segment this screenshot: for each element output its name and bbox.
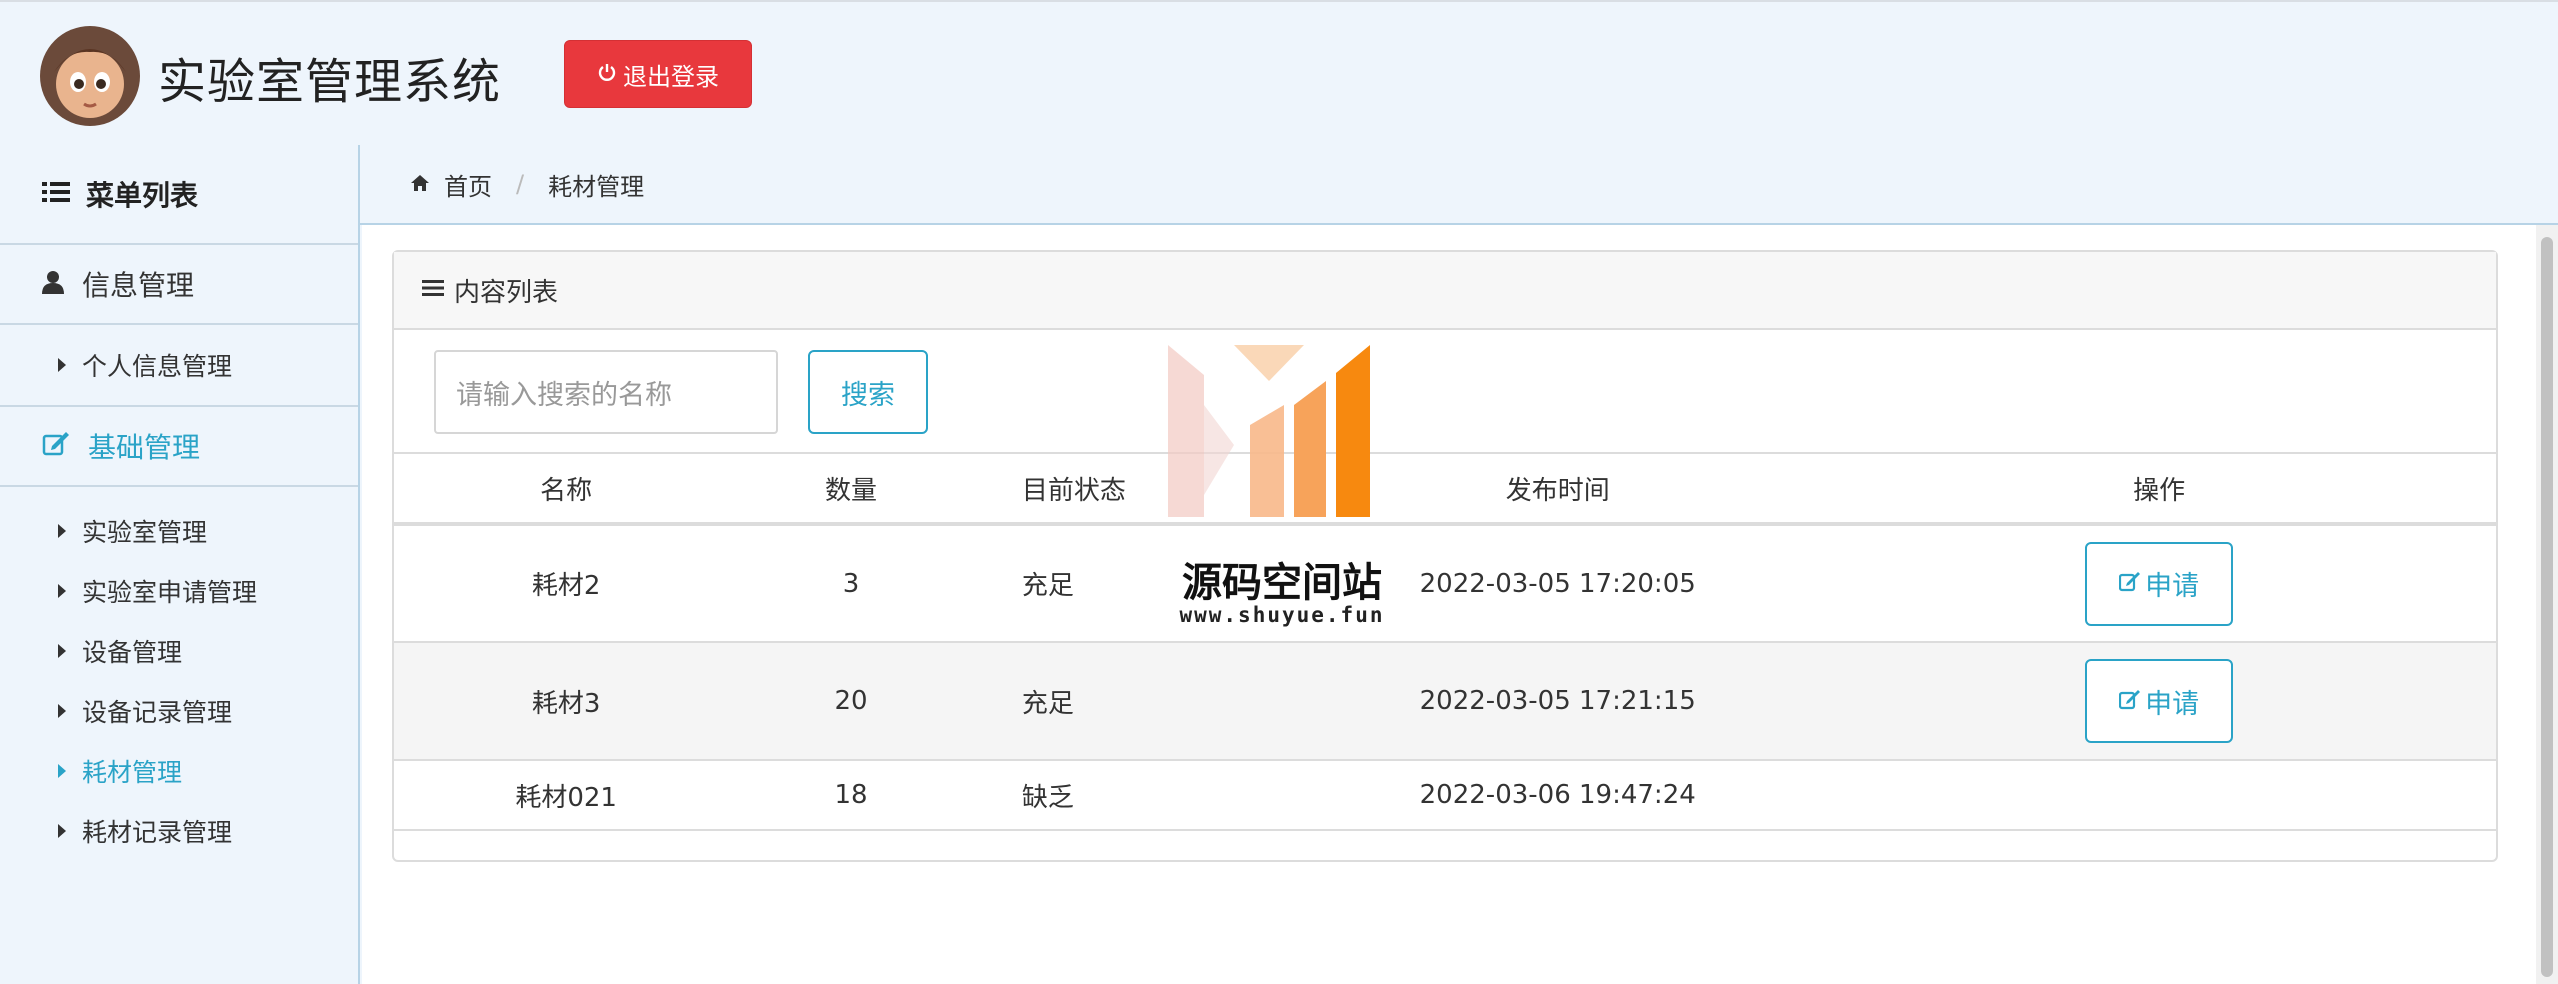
cell-quantity: 20 bbox=[738, 642, 964, 761]
sidebar-item-lab-application[interactable]: 实验室申请管理 bbox=[0, 561, 358, 621]
caret-right-icon bbox=[58, 644, 66, 658]
sidebar-item-label: 设备管理 bbox=[82, 638, 183, 667]
watermark-text: 源码空间站 bbox=[1182, 560, 1382, 606]
table-header-row: 名称 数量 目前状态 发布时间 操作 bbox=[394, 454, 2496, 526]
logout-label: 退出登录 bbox=[623, 62, 719, 91]
avatar[interactable] bbox=[40, 26, 140, 126]
caret-right-icon bbox=[58, 358, 66, 372]
scrollbar-thumb[interactable] bbox=[2541, 237, 2553, 977]
search-input[interactable]: 请输入搜索的名称 bbox=[434, 350, 778, 434]
apply-label: 申请 bbox=[2145, 688, 2200, 720]
app-title: 实验室管理系统 bbox=[158, 54, 502, 110]
table-row: 耗材2 3 充足 2022-03-05 17:20:05 申请 bbox=[394, 524, 2496, 643]
panel-title: 内容列表 bbox=[454, 277, 559, 308]
sidebar-item-label: 个人信息管理 bbox=[82, 352, 233, 381]
table-row: 耗材021 18 缺乏 2022-03-06 19:47:24 bbox=[394, 760, 2496, 831]
consumables-table: 名称 数量 目前状态 发布时间 操作 耗材2 3 充足 2022-03-05 1… bbox=[394, 454, 2496, 831]
logout-button[interactable]: 退出登录 bbox=[564, 40, 752, 108]
breadcrumb-separator: / bbox=[516, 170, 525, 198]
apply-button[interactable]: 申请 bbox=[2085, 541, 2234, 626]
breadcrumb-current: 耗材管理 bbox=[548, 172, 645, 201]
table-row: 耗材3 20 充足 2022-03-05 17:21:15 申请 bbox=[394, 642, 2496, 761]
sidebar-sublist-basic: 实验室管理 实验室申请管理 设备管理 设备记录管理 耗材管理 耗材记录管理 bbox=[0, 487, 358, 871]
sidebar-group-label: 信息管理 bbox=[82, 269, 195, 302]
cell-name: 耗材3 bbox=[394, 642, 739, 761]
cell-quantity: 18 bbox=[738, 760, 964, 831]
column-header-quantity: 数量 bbox=[738, 454, 964, 526]
sidebar-item-equipment-records[interactable]: 设备记录管理 bbox=[0, 681, 358, 741]
scrollbar[interactable] bbox=[2536, 225, 2558, 984]
sidebar-item-consumable-records[interactable]: 耗材记录管理 bbox=[0, 801, 358, 861]
search-button[interactable]: 搜索 bbox=[808, 350, 928, 434]
cell-time: 2022-03-06 19:47:24 bbox=[1293, 760, 1823, 831]
edit-icon bbox=[2119, 568, 2141, 599]
caret-right-icon bbox=[58, 584, 66, 598]
sidebar-title: 菜单列表 bbox=[0, 145, 358, 245]
watermark-url: www.shuyue.fun bbox=[1179, 603, 1385, 627]
cell-time: 2022-03-05 17:21:15 bbox=[1293, 642, 1823, 761]
sidebar-item-consumables[interactable]: 耗材管理 bbox=[0, 741, 358, 801]
cell-status: 缺乏 bbox=[963, 760, 1294, 831]
column-header-action: 操作 bbox=[1822, 454, 2496, 526]
sidebar: 菜单列表 信息管理 个人信息管理 基础管理 实验室管理 实验室申请管理 设备管理 bbox=[0, 145, 360, 984]
sidebar-item-label: 耗材记录管理 bbox=[82, 818, 233, 847]
caret-right-icon bbox=[58, 524, 66, 538]
user-icon bbox=[42, 268, 64, 301]
caret-right-icon bbox=[58, 704, 66, 718]
top-header: 实验室管理系统 退出登录 bbox=[0, 0, 2558, 145]
sidebar-item-label: 耗材管理 bbox=[82, 758, 183, 787]
sidebar-title-label: 菜单列表 bbox=[86, 179, 199, 212]
apply-label: 申请 bbox=[2145, 571, 2200, 602]
sidebar-item-label: 实验室管理 bbox=[82, 518, 208, 547]
list-icon bbox=[42, 178, 70, 211]
sidebar-item-equipment[interactable]: 设备管理 bbox=[0, 621, 358, 681]
breadcrumb: 首页 / 耗材管理 bbox=[360, 145, 2558, 225]
panel-header: 内容列表 bbox=[394, 252, 2496, 330]
home-icon bbox=[410, 170, 430, 198]
apply-button[interactable]: 申请 bbox=[2085, 659, 2234, 743]
sidebar-item-label: 实验室申请管理 bbox=[82, 578, 258, 607]
main-content: 内容列表 请输入搜索的名称 搜索 名称 数量 目前状态 发布时间 操作 耗材2 … bbox=[362, 225, 2536, 984]
sidebar-group-info[interactable]: 信息管理 bbox=[0, 245, 358, 325]
power-icon bbox=[597, 60, 617, 88]
watermark-logo-icon bbox=[1168, 345, 1370, 517]
search-toolbar: 请输入搜索的名称 搜索 bbox=[394, 330, 2496, 454]
bars-icon bbox=[422, 275, 444, 305]
cell-action bbox=[1822, 760, 2496, 831]
column-header-name: 名称 bbox=[394, 454, 739, 526]
watermark: 源码空间站 www.shuyue.fun bbox=[1164, 345, 1400, 635]
content-panel: 内容列表 请输入搜索的名称 搜索 名称 数量 目前状态 发布时间 操作 耗材2 … bbox=[392, 250, 2498, 862]
sidebar-item-personal-info[interactable]: 个人信息管理 bbox=[0, 335, 358, 395]
sidebar-group-label: 基础管理 bbox=[88, 431, 201, 464]
cell-action: 申请 bbox=[1822, 642, 2496, 761]
cell-name: 耗材021 bbox=[394, 760, 739, 831]
sidebar-group-basic[interactable]: 基础管理 bbox=[0, 407, 358, 487]
breadcrumb-home[interactable]: 首页 bbox=[444, 167, 492, 202]
edit-icon bbox=[2119, 686, 2141, 717]
sidebar-item-label: 设备记录管理 bbox=[82, 698, 233, 727]
edit-icon bbox=[42, 430, 70, 463]
cell-quantity: 3 bbox=[738, 524, 964, 643]
cell-action: 申请 bbox=[1822, 524, 2496, 643]
caret-right-icon bbox=[58, 824, 66, 838]
cell-status: 充足 bbox=[963, 642, 1294, 761]
sidebar-item-lab[interactable]: 实验室管理 bbox=[0, 501, 358, 561]
cell-name: 耗材2 bbox=[394, 524, 739, 643]
sidebar-sublist-info: 个人信息管理 bbox=[0, 325, 358, 407]
caret-right-icon bbox=[58, 764, 66, 778]
